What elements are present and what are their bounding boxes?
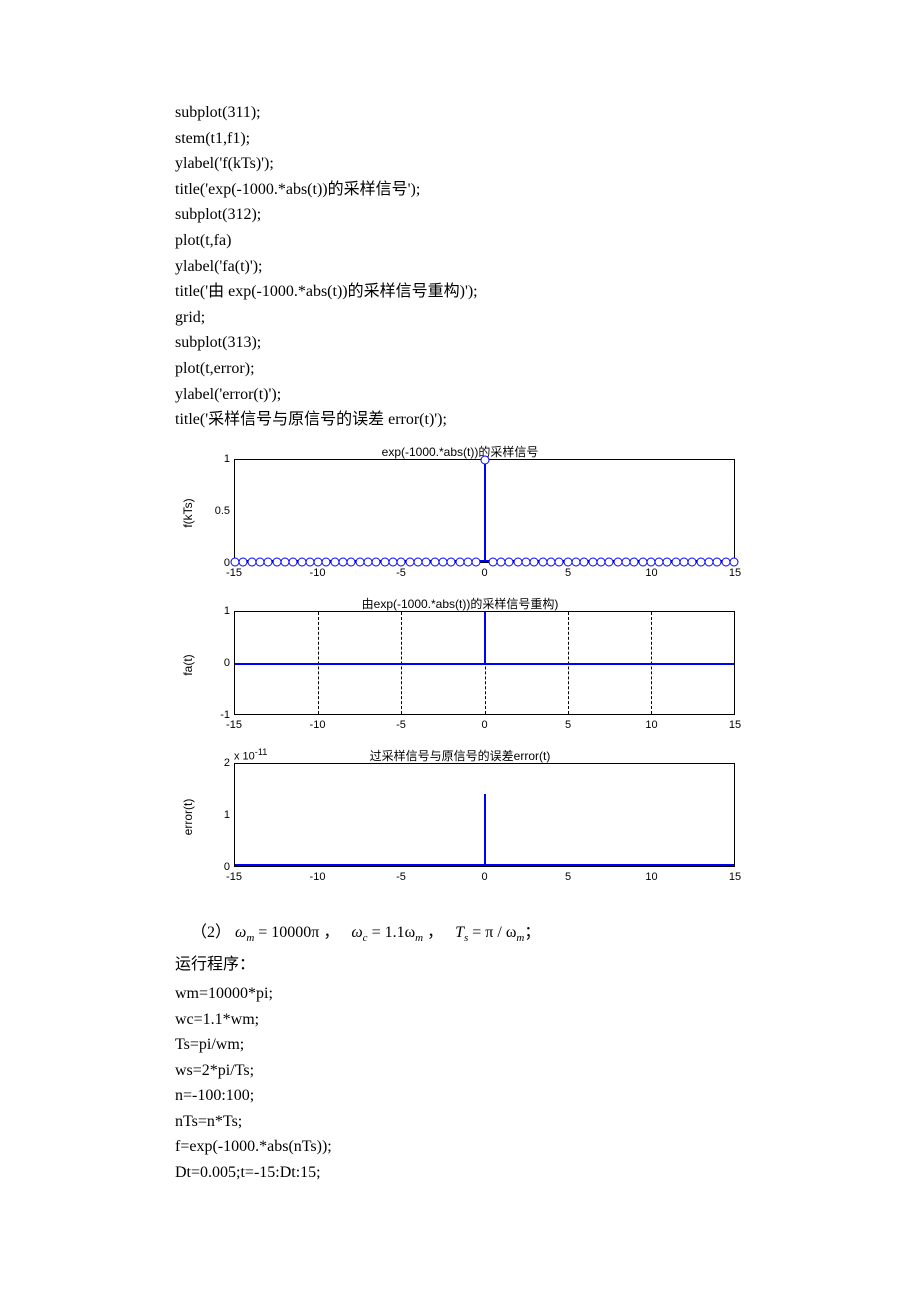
chart-2-yticks: 1 0 -1	[206, 611, 232, 715]
scale-label: x 10	[234, 750, 255, 762]
ytick: 0.5	[200, 505, 230, 517]
stem-peak	[484, 460, 486, 562]
chart-1-xticks: -15 -10 -5 0 5 10 15	[234, 567, 735, 581]
stem-peak-circle	[480, 455, 489, 464]
xtick: 5	[565, 719, 571, 731]
chart-2-plot	[234, 611, 735, 715]
stem-circle	[730, 557, 739, 566]
code-block-top: subplot(311); stem(t1,f1); ylabel('f(kTs…	[175, 100, 745, 433]
stem-circle	[472, 557, 481, 566]
punct: ，	[423, 924, 443, 941]
xtick: 5	[565, 567, 571, 579]
xtick: -15	[226, 871, 242, 883]
code-block-bottom: wm=10000*pi; wc=1.1*wm; Ts=pi/wm; ws=2*p…	[175, 981, 745, 1186]
chart-1-plot	[234, 459, 735, 563]
xtick: -5	[396, 567, 406, 579]
math-params-line: （2） ωm = 10000π ， ωc = 1.1ωm ， Ts = π / …	[175, 917, 745, 949]
punct: ；	[524, 924, 540, 941]
chart-2: 由exp(-1000.*abs(t))的采样信号重构) fa(t) 1 0 -1…	[180, 595, 740, 735]
xtick: -15	[226, 719, 242, 731]
xtick: -10	[310, 567, 326, 579]
math-section: （2） ωm = 10000π ， ωc = 1.1ωm ， Ts = π / …	[175, 917, 745, 1186]
chart-3: x 10-11 过采样信号与原信号的误差error(t) error(t) 2 …	[180, 747, 740, 887]
item-prefix: （2）	[191, 924, 231, 941]
sym: T	[455, 924, 464, 941]
xtick: 10	[645, 567, 657, 579]
ytick: 1	[200, 453, 230, 465]
chart-3-plot	[234, 763, 735, 867]
xtick: 15	[729, 871, 741, 883]
eq: = 10000π ，	[254, 924, 339, 941]
chart-1: exp(-1000.*abs(t))的采样信号 f(kTs) 1 0.5 0 -…	[180, 443, 740, 583]
sym: ω	[235, 924, 246, 941]
ytick: 1	[200, 809, 230, 821]
eq: = 1.1ω	[368, 924, 416, 941]
xtick: 15	[729, 719, 741, 731]
xtick: 5	[565, 871, 571, 883]
signal-peak	[484, 794, 486, 865]
ytick: 2	[200, 757, 230, 769]
xtick: -10	[310, 719, 326, 731]
page: subplot(311); stem(t1,f1); ylabel('f(kTs…	[0, 0, 920, 1256]
chart-2-xticks: -15 -10 -5 0 5 10 15	[234, 719, 735, 733]
signal-baseline	[235, 663, 734, 665]
eq: = π / ω	[468, 924, 516, 941]
chart-3-scale: x 10-11	[234, 747, 267, 763]
chart-2-ylabel: fa(t)	[181, 654, 195, 675]
xtick: -10	[310, 871, 326, 883]
xtick: -15	[226, 567, 242, 579]
chart-2-title: 由exp(-1000.*abs(t))的采样信号重构)	[180, 595, 740, 612]
xtick: -5	[396, 719, 406, 731]
xtick: 0	[481, 871, 487, 883]
xtick: 0	[481, 719, 487, 731]
chart-1-yticks: 1 0.5 0	[206, 459, 232, 563]
chart-1-title: exp(-1000.*abs(t))的采样信号	[180, 443, 740, 460]
xtick: 0	[481, 567, 487, 579]
chart-3-xticks: -15 -10 -5 0 5 10 15	[234, 871, 735, 885]
chart-3-ylabel: error(t)	[181, 798, 195, 835]
chart-1-ylabel: f(kTs)	[181, 498, 195, 527]
ytick: 1	[200, 605, 230, 617]
xtick: -5	[396, 871, 406, 883]
chart-3-yticks: 2 1 0	[206, 763, 232, 867]
sym: ω	[351, 924, 362, 941]
run-label: 运行程序：	[175, 949, 745, 981]
scale-exp: -11	[255, 747, 268, 757]
sub: m	[415, 932, 423, 944]
xtick: 10	[645, 871, 657, 883]
figure: exp(-1000.*abs(t))的采样信号 f(kTs) 1 0.5 0 -…	[180, 443, 740, 887]
xtick: 15	[729, 567, 741, 579]
ytick: 0	[200, 657, 230, 669]
signal-peak	[484, 612, 486, 663]
xtick: 10	[645, 719, 657, 731]
